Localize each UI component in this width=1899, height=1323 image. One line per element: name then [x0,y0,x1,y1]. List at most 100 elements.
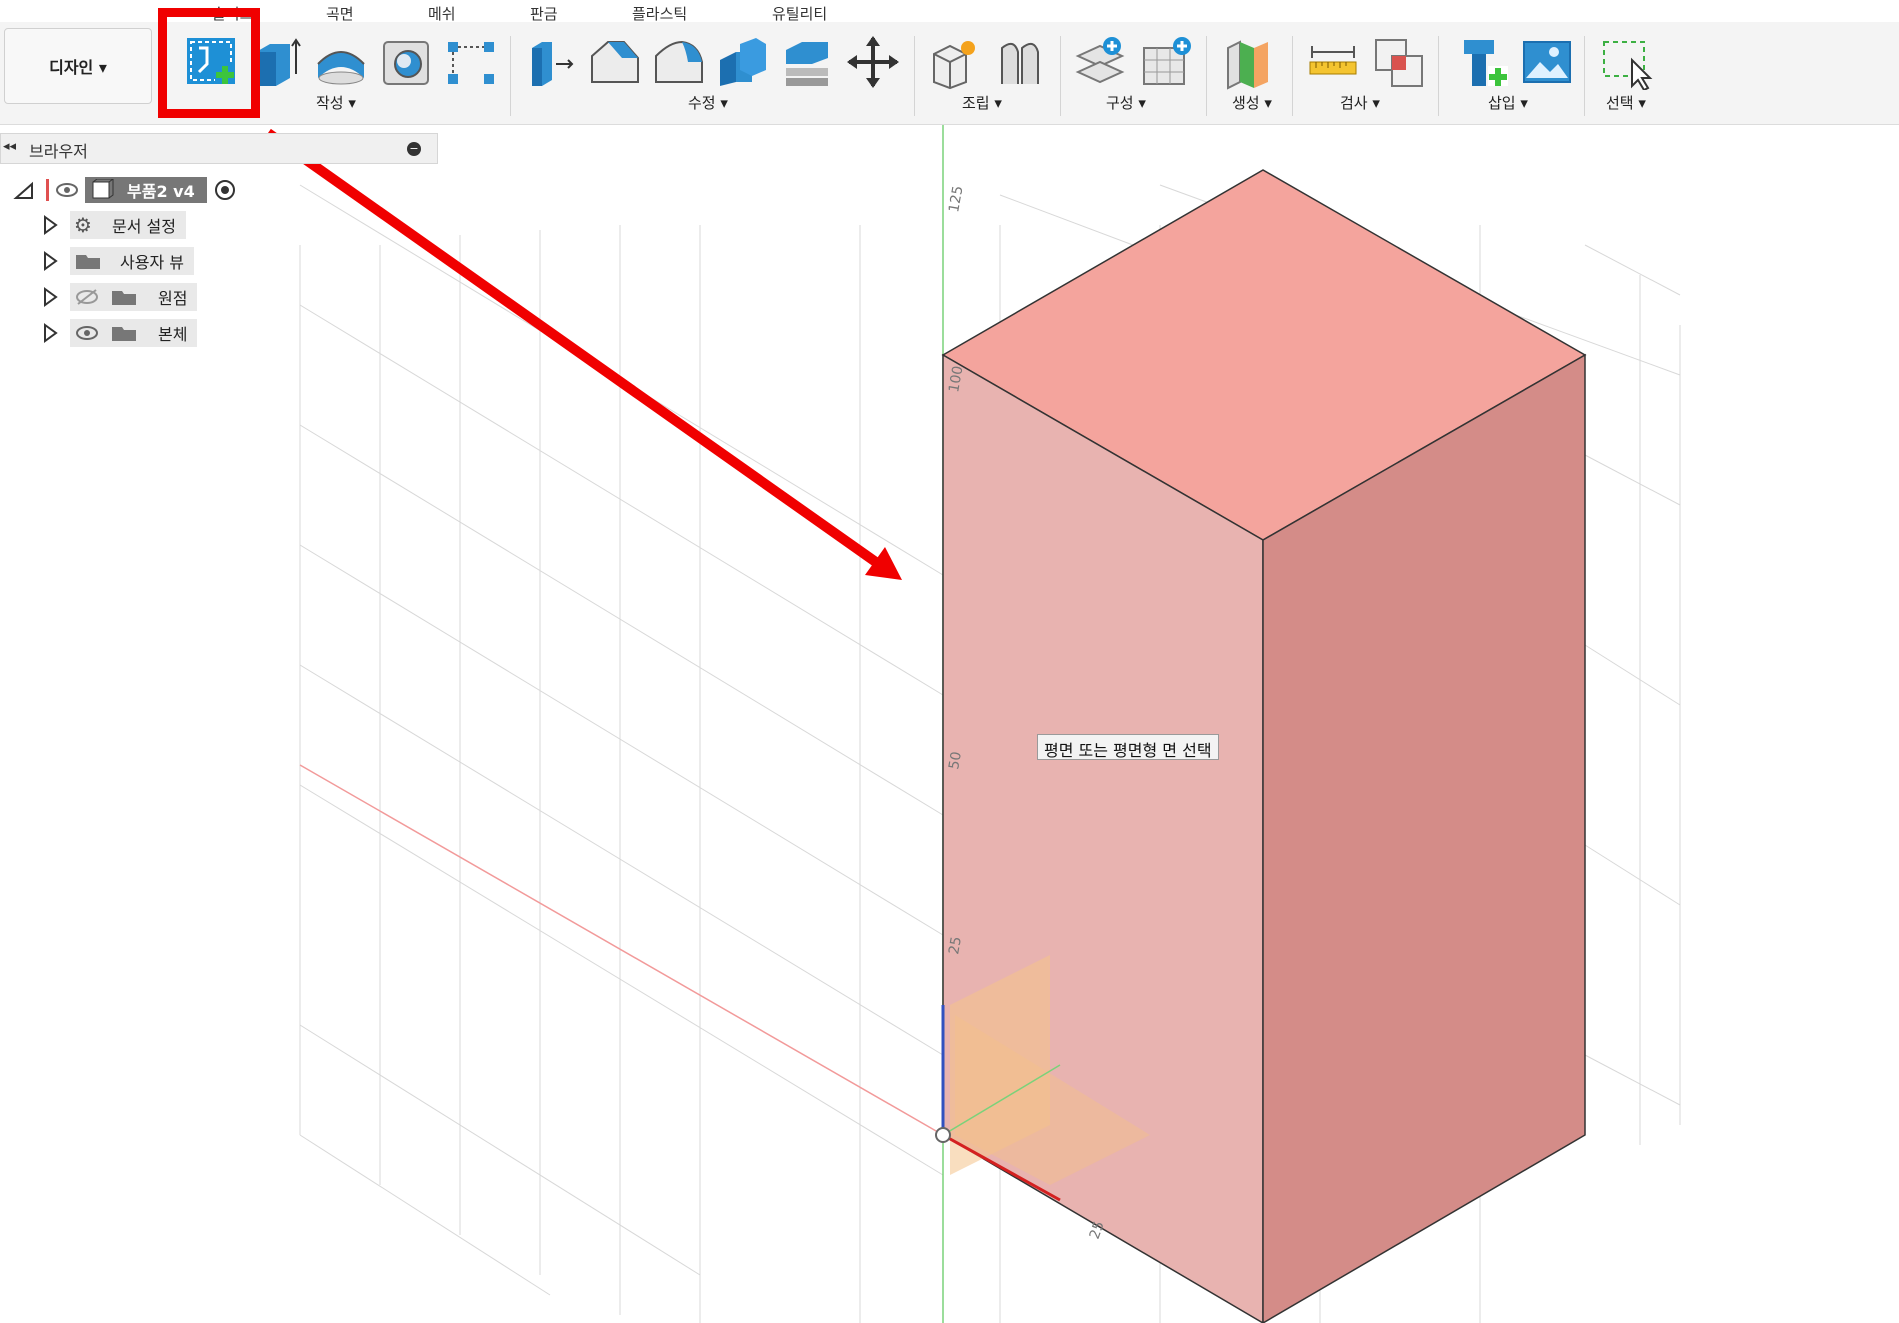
selection-tooltip: 평면 또는 평면형 면 선택 [1037,734,1219,760]
browser-item-chip: 사용자 뷰 [70,247,194,275]
shell-icon [720,38,766,86]
3d-viewport[interactable]: 125 100 50 25 25 평면 또는 평면형 면 선택 [0,125,1899,1323]
activate-radio-icon[interactable] [213,178,239,202]
measure-icon [1309,46,1357,75]
gear-icon: ⚙ [74,213,92,237]
assemble-menu[interactable]: 조립 ▾ [962,92,1002,113]
eye-hidden-icon[interactable] [74,287,102,307]
press-pull-icon [532,42,574,86]
chamfer-button[interactable] [652,34,706,90]
collapse-panel-icon[interactable]: ◂◂ [3,139,16,154]
folder-icon [112,291,136,305]
interference-button[interactable] [1372,34,1426,90]
fillet-button[interactable] [588,34,642,90]
axis-label-25-vertical: 25 [946,935,965,955]
annotation-highlight-box [158,8,260,118]
construct-menu[interactable]: 구성 ▾ [1106,92,1146,113]
measure-button[interactable] [1306,34,1360,90]
annotation-arrow [265,128,902,580]
fabricate-icon [1227,40,1268,90]
offset-plane-button[interactable] [1074,34,1128,90]
browser-panel-header: ◂◂ 브라우저 − [0,133,438,164]
browser-item-document-settings[interactable]: ⚙ 문서 설정 [40,211,186,239]
toolbar-divider [1438,36,1439,116]
ribbon-tabs: 솔리드 곡면 메쉬 판금 플라스틱 유틸리티 [0,0,1899,24]
x-axis-line [299,764,944,1136]
tab-plastic[interactable]: 플라스틱 [632,3,687,24]
browser-item-label: 사용자 뷰 [120,253,184,272]
browser-title: 브라우저 [29,142,88,161]
interference-icon [1375,39,1423,87]
browser-item-named-views[interactable]: 사용자 뷰 [40,247,194,275]
fabricate-menu[interactable]: 생성 ▾ [1232,92,1272,113]
insert-mcmaster-button[interactable] [1456,34,1510,90]
browser-item-chip: ⚙ 문서 설정 [70,211,186,239]
revolve-button[interactable] [314,34,368,90]
tab-mesh[interactable]: 메쉬 [428,3,456,24]
color-marker [46,179,49,201]
new-component-button[interactable] [928,34,982,90]
hole-icon [383,41,429,85]
workspace-switcher-button[interactable]: 디자인 ▾ [4,28,152,104]
toolbar-divider [1292,36,1293,116]
expand-arrow-icon[interactable] [40,251,60,271]
toolbar: 디자인 ▾ 작성 ▾ 수정 ▾ 조립 ▾ 구성 ▾ 생성 ▾ 검사 ▾ 삽입 ▾… [0,22,1899,125]
browser-item-bodies[interactable]: 본체 [40,319,198,347]
root-component-label: 부품2 v4 [127,182,195,201]
eye-icon[interactable] [74,323,102,343]
toolbar-divider [1584,36,1585,116]
insert-canvas-button[interactable] [1520,34,1574,90]
browser-item-label: 원점 [158,289,188,308]
move-icon [847,36,899,88]
expand-arrow-icon[interactable] [40,215,60,235]
select-button[interactable] [1600,34,1654,90]
inspect-menu[interactable]: 검사 ▾ [1340,92,1380,113]
new-component-icon [933,41,975,90]
chamfer-icon [655,40,703,83]
offset-plane-icon [1075,37,1125,84]
image-icon [1523,41,1571,83]
panel-minimize-icon[interactable]: − [407,142,421,156]
component-icon [92,179,114,199]
browser-item-chip: 원점 [70,283,198,311]
axis-label-125: 125 [946,185,966,214]
modify-menu[interactable]: 수정 ▾ [688,92,728,113]
browser-item-label: 문서 설정 [112,217,176,236]
folder-icon [112,327,136,341]
root-component-chip: 부품2 v4 [85,177,207,203]
shell-button[interactable] [716,34,770,90]
toolbar-divider [1060,36,1061,116]
move-copy-button[interactable] [846,34,900,90]
expand-arrow-icon[interactable] [40,323,60,343]
browser-item-origin[interactable]: 원점 [40,283,198,311]
axis-label-50: 50 [946,750,965,770]
joint-icon [1001,42,1039,84]
tab-surface[interactable]: 곡면 [326,3,354,24]
insert-component-icon [1464,40,1508,86]
eye-icon[interactable] [55,180,79,200]
create-menu[interactable]: 작성 ▾ [316,92,356,113]
expand-collapse-icon[interactable] [12,180,36,200]
joint-button[interactable] [992,34,1046,90]
expand-arrow-icon[interactable] [40,287,60,307]
toolbar-divider [510,36,511,116]
folder-icon [76,255,100,269]
select-box-icon [1603,41,1653,90]
combine-button[interactable] [780,34,834,90]
hole-button[interactable] [380,34,434,90]
canvas-graphics: 125 100 50 25 25 [265,125,1681,1323]
press-pull-button[interactable] [524,34,578,90]
browser-item-chip: 본체 [70,319,198,347]
insert-menu[interactable]: 삽입 ▾ [1488,92,1528,113]
construct-plane-button[interactable] [1140,34,1194,90]
fabricate-button[interactable] [1222,34,1276,90]
toolbar-divider [1206,36,1207,116]
tab-sheet-metal[interactable]: 판금 [530,3,558,24]
browser-root-node[interactable]: 부품2 v4 [12,176,239,204]
combine-icon [786,42,828,86]
tab-utilities[interactable]: 유틸리티 [772,3,827,24]
pattern-button[interactable] [444,34,498,90]
browser-item-label: 본체 [158,325,188,344]
select-menu[interactable]: 선택 ▾ [1606,92,1646,113]
fillet-icon [591,41,639,83]
